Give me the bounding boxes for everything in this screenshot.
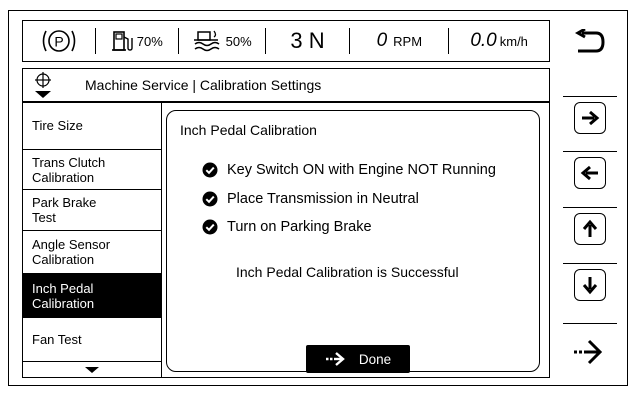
menu-item-tire-size[interactable]: Tire Size xyxy=(22,102,162,150)
menu-item-angle-sensor-calibration[interactable]: Angle Sensor Calibration xyxy=(22,231,162,274)
park-brake-icon: P xyxy=(42,30,76,52)
fuel-percent: 70% xyxy=(136,33,163,49)
enter-icon xyxy=(325,352,345,366)
checklist-item: Turn on Parking Brake xyxy=(202,219,372,235)
done-label: Done xyxy=(358,351,392,367)
done-button[interactable]: Done xyxy=(306,345,410,373)
content-title: Inch Pedal Calibration xyxy=(180,122,317,138)
fuel-pump-icon xyxy=(111,31,133,51)
checklist-text: Turn on Parking Brake xyxy=(227,219,372,235)
nav-down-button[interactable] xyxy=(563,263,617,306)
arrow-down-icon xyxy=(582,277,598,295)
menu-item-trans-clutch-calibration[interactable]: Trans Clutch Calibration xyxy=(22,150,162,190)
nav-left-button[interactable] xyxy=(563,151,617,194)
gear-value: 3 N xyxy=(290,28,325,53)
calibration-content xyxy=(166,110,540,372)
calibration-menu: Tire Size Trans Clutch Calibration Park … xyxy=(22,102,162,378)
speed-unit: km/h xyxy=(499,33,528,49)
menu-item-label: Angle Sensor Calibration xyxy=(32,237,111,267)
menu-item-label: Park Brake Test xyxy=(32,195,97,225)
page-title-bar: Machine Service | Calibration Settings xyxy=(22,68,550,102)
checklist-text: Key Switch ON with Engine NOT Running xyxy=(227,162,496,178)
nav-up-button[interactable] xyxy=(563,207,617,250)
menu-scroll-down[interactable] xyxy=(22,362,162,378)
menu-item-inch-pedal-calibration[interactable]: Inch Pedal Calibration xyxy=(22,274,162,318)
enter-button[interactable] xyxy=(563,323,617,380)
def-percent: 50% xyxy=(225,33,252,49)
calibration-result: Inch Pedal Calibration is Successful xyxy=(236,264,459,280)
checklist-text: Place Transmission in Neutral xyxy=(227,191,419,207)
menu-item-park-brake-test[interactable]: Park Brake Test xyxy=(22,190,162,231)
check-circle-icon xyxy=(202,219,218,235)
rpm-value: 0 xyxy=(376,30,388,51)
nav-right-button[interactable] xyxy=(563,96,617,139)
def-fluid-icon xyxy=(193,30,220,52)
checklist-item: Place Transmission in Neutral xyxy=(202,191,419,207)
svg-text:P: P xyxy=(54,34,63,50)
ground-speed: 0.0 km/h xyxy=(449,21,549,61)
menu-item-label: Inch Pedal Calibration xyxy=(32,280,95,311)
scroll-down-icon xyxy=(84,367,99,373)
engine-rpm: 0 RPM xyxy=(350,21,448,61)
menu-item-label: Fan Test xyxy=(32,332,82,347)
menu-item-label: Trans Clutch Calibration xyxy=(32,154,106,185)
status-bar: P 70% 50% 3 N 0 RPM 0.0 km/h xyxy=(22,20,550,62)
park-brake-indicator: P xyxy=(23,21,95,61)
enter-icon xyxy=(574,339,603,365)
service-menu-icon xyxy=(35,72,51,98)
page-title: Machine Service | Calibration Settings xyxy=(85,77,322,93)
menu-item-fan-test[interactable]: Fan Test xyxy=(22,318,162,362)
check-circle-icon xyxy=(202,162,218,178)
rpm-unit: RPM xyxy=(393,33,423,49)
def-level: 50% xyxy=(179,21,265,61)
checklist-item: Key Switch ON with Engine NOT Running xyxy=(202,162,496,178)
back-icon xyxy=(574,29,605,53)
speed-value: 0.0 xyxy=(470,30,497,51)
check-circle-icon xyxy=(202,191,218,207)
arrow-right-icon xyxy=(582,110,600,126)
arrow-up-icon xyxy=(582,219,598,237)
gear-indicator: 3 N xyxy=(266,21,350,61)
back-button[interactable] xyxy=(563,20,617,64)
arrow-left-icon xyxy=(580,165,598,181)
menu-item-label: Tire Size xyxy=(32,118,83,133)
fuel-level: 70% xyxy=(96,21,178,61)
